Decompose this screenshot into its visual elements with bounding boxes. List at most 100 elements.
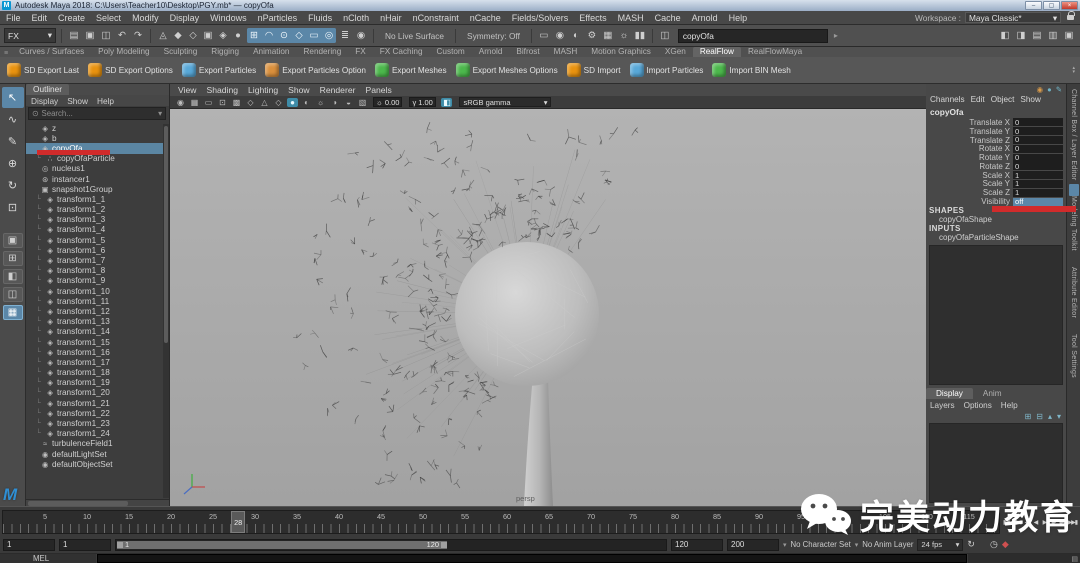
menu-nconstraint[interactable]: nConstraint — [413, 13, 459, 23]
layer-tab-display[interactable]: Display — [926, 388, 973, 399]
res-gate-icon[interactable]: ⊡ — [217, 98, 228, 107]
animation-start-field[interactable]: 1 — [3, 539, 55, 551]
shelf-tab-xgen[interactable]: XGen — [658, 47, 693, 57]
outliner-item-transform1-19[interactable]: └◈transform1_19 — [26, 378, 169, 388]
light-editor-icon[interactable]: ☼ — [617, 28, 631, 43]
sidebar-tab-channel-box-layer-editor[interactable]: Channel Box / Layer Editor — [1070, 89, 1077, 180]
outliner-item-transform1-15[interactable]: └◈transform1_15 — [26, 337, 169, 347]
outliner-item-transform1-1[interactable]: └◈transform1_1 — [26, 194, 169, 204]
menu-file[interactable]: File — [6, 13, 21, 23]
playback-start-field[interactable]: 1 — [59, 539, 111, 551]
channel-box-menu-channels[interactable]: Channels — [930, 95, 965, 104]
viewport-canvas[interactable]: persp — [170, 109, 926, 506]
playback-loop-icon[interactable]: ↻ — [967, 539, 975, 550]
channel-box-menu-edit[interactable]: Edit — [971, 95, 985, 104]
new-scene-icon[interactable]: ▤ — [67, 28, 81, 43]
shelf-button-export-meshes-options[interactable]: Export Meshes Options — [452, 59, 562, 81]
current-frame-marker[interactable]: 28 — [231, 511, 245, 533]
close-icon[interactable]: × — [1061, 1, 1078, 10]
view-transform-select[interactable]: sRGB gamma ▾ — [459, 97, 551, 107]
scrollbar-thumb[interactable] — [164, 126, 168, 343]
outliner-title[interactable]: Outliner — [26, 84, 69, 95]
viewport-menu-show[interactable]: Show — [288, 85, 310, 95]
channel-box-menu-object[interactable]: Object — [991, 95, 1015, 104]
pane-layout-icon[interactable]: ◫ — [658, 28, 672, 43]
lock-icon[interactable]: ◉ — [354, 28, 368, 43]
snap-view-icon[interactable]: ▭ — [307, 28, 321, 43]
shelf-tab-bifrost[interactable]: Bifrost — [509, 47, 546, 57]
menu-display[interactable]: Display — [170, 13, 200, 23]
menu-arnold[interactable]: Arnold — [692, 13, 718, 23]
rendering-icon[interactable]: ● — [231, 28, 245, 43]
outliner-item-transform1-8[interactable]: └◈transform1_8 — [26, 266, 169, 276]
rotate-tool[interactable]: ↻ — [2, 175, 24, 196]
lock-icon[interactable] — [1067, 15, 1074, 20]
layer-menu-options[interactable]: Options — [964, 401, 992, 409]
layout-custom[interactable]: ▦ — [3, 305, 23, 320]
outliner-menu-help[interactable]: Help — [97, 96, 114, 106]
paint-select-tool[interactable]: ✎ — [2, 131, 24, 152]
shelf-button-export-particles[interactable]: Export Particles — [178, 59, 260, 81]
outliner-item-transform1-13[interactable]: └◈transform1_13 — [26, 317, 169, 327]
input-node-name[interactable]: copyOfaParticleShape — [926, 233, 1066, 242]
construction-history-icon[interactable]: ≣ — [338, 28, 352, 43]
grid-lines-icon[interactable]: ▥ — [1046, 28, 1060, 43]
maximize-icon[interactable]: ▢ — [1043, 1, 1060, 10]
attribute-value[interactable]: 0 — [1013, 127, 1063, 135]
ipr-render-icon[interactable]: ◐ — [569, 28, 583, 43]
attribute-value[interactable]: 1 — [1013, 180, 1063, 188]
scale-tool[interactable]: ⊡ — [2, 197, 24, 218]
shelf-tab-curves-surfaces[interactable]: Curves / Surfaces — [12, 47, 91, 57]
smooth-shade-icon[interactable]: ● — [287, 98, 298, 107]
outliner-item-transform1-3[interactable]: └◈transform1_3 — [26, 215, 169, 225]
snap-point-icon[interactable]: ⊙ — [277, 28, 291, 43]
outliner-item-transform1-7[interactable]: └◈transform1_7 — [26, 255, 169, 265]
undo-icon[interactable]: ↶ — [115, 28, 129, 43]
select-component-icon[interactable]: ◇ — [186, 28, 200, 43]
workspace-select[interactable]: Maya Classic* ▾ — [965, 12, 1061, 23]
shelf-button-sd-export-last[interactable]: SD Export Last — [3, 59, 83, 81]
outliner-item-z[interactable]: ◈z — [26, 123, 169, 133]
lasso-tool[interactable]: ∿ — [2, 109, 24, 130]
anim-prefs-icon[interactable]: ◷ — [990, 539, 998, 550]
playback-end-field[interactable]: 120 — [671, 539, 723, 551]
menu-select[interactable]: Select — [96, 13, 121, 23]
viewport-menu-shading[interactable]: Shading — [206, 85, 238, 95]
gate-mask-icon[interactable]: ▩ — [231, 98, 242, 107]
pencil-icon[interactable]: ✎ — [1056, 85, 1062, 94]
viewport-menu-view[interactable]: View — [178, 85, 196, 95]
sidebar-left-icon[interactable]: ◧ — [998, 28, 1012, 43]
outliner-item-instancer1[interactable]: ⊛instancer1 — [26, 174, 169, 184]
outliner-item-turbulencefield1[interactable]: ≈turbulenceField1 — [26, 439, 169, 449]
channel-box-menu-show[interactable]: Show — [1020, 95, 1040, 104]
menu-help[interactable]: Help — [729, 13, 748, 23]
menu-cache[interactable]: Cache — [655, 13, 681, 23]
outliner-item-nucleus1[interactable]: ◎nucleus1 — [26, 164, 169, 174]
camera-icon[interactable]: ◉ — [175, 98, 186, 107]
select-hierarchy-icon[interactable]: ◬ — [156, 28, 170, 43]
safe-action-icon[interactable]: ◇ — [245, 98, 256, 107]
shelf-button-export-particles-option[interactable]: Export Particles Option — [261, 59, 370, 81]
shelf-tab-fx[interactable]: FX — [348, 47, 372, 57]
shelf-tab-realflow[interactable]: RealFlow — [693, 47, 741, 57]
shelf-button-import-particles[interactable]: Import Particles — [626, 59, 708, 81]
hypershade-icon[interactable]: ▦ — [601, 28, 615, 43]
textured-icon[interactable]: ◐ — [301, 98, 312, 107]
move-layer-down-icon[interactable]: ▾ — [1057, 412, 1061, 421]
shelf-scroll-arrows[interactable]: ▴▾ — [1072, 66, 1077, 74]
render-settings-icon[interactable]: ⚙ — [585, 28, 599, 43]
shelf-button-sd-export-options[interactable]: SD Export Options — [84, 59, 177, 81]
snap-plane-icon[interactable]: ◇ — [292, 28, 306, 43]
command-language-toggle[interactable]: MEL — [0, 554, 96, 563]
exposure-field[interactable]: ☼0.00 — [373, 97, 402, 107]
layer-menu-help[interactable]: Help — [1001, 401, 1018, 409]
ao-icon[interactable]: ◒ — [343, 98, 354, 107]
highlight-icon[interactable]: ◈ — [216, 28, 230, 43]
pause-icon[interactable]: ▮▮ — [633, 28, 647, 43]
sidebar-tab-attribute-editor[interactable]: Attribute Editor — [1070, 267, 1077, 318]
menu-edit[interactable]: Edit — [32, 13, 48, 23]
outliner-item-defaultlightset[interactable]: ◉defaultLightSet — [26, 449, 169, 459]
outliner-item-transform1-14[interactable]: └◈transform1_14 — [26, 327, 169, 337]
minimize-icon[interactable]: ‒ — [1025, 1, 1042, 10]
move-tool[interactable]: ⊕ — [2, 153, 24, 174]
